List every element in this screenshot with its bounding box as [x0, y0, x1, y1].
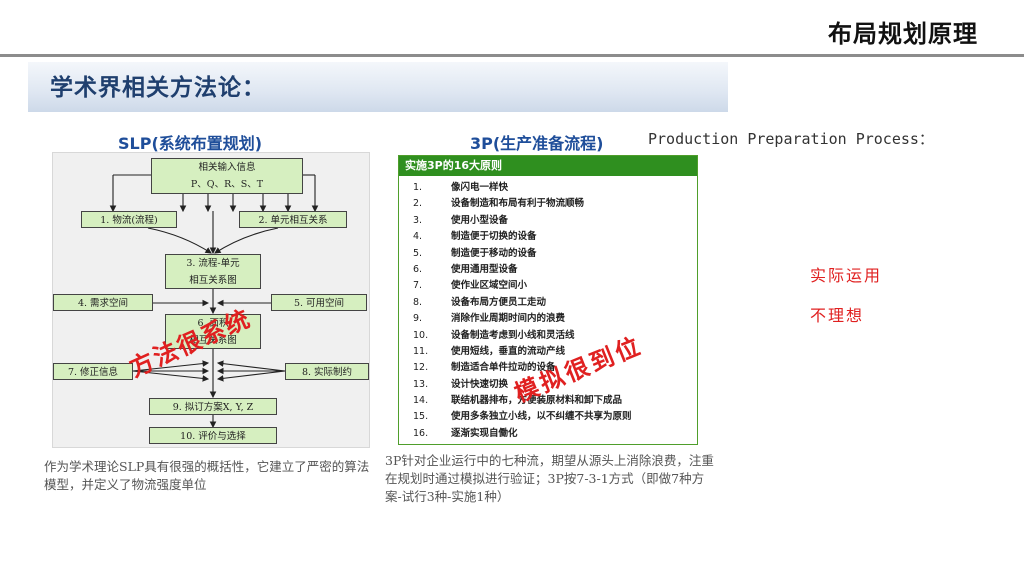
page-title: 布局规划原理 [828, 20, 978, 48]
tp-principle-item: 8. 设备布局方便员工走动 [399, 295, 697, 311]
tp-principle-text: 使用多条独立小线，以不纠缠不共享为原则 [451, 411, 632, 423]
tp-principle-item: 1. 像闪电一样快 [399, 180, 697, 196]
tp-principle-num: 16. [413, 427, 429, 439]
side-note-line1: 实际运用 [810, 266, 883, 285]
tp-principles-list: 1. 像闪电一样快 2. 设备制造和布局有利于物流顺畅 3. 使用小型设备 4. 制造便于切换… [399, 180, 697, 442]
tp-principle-num: 14. [413, 395, 429, 407]
tp-principle-num: 5. [413, 247, 423, 259]
tp-principle-num: 10. [413, 329, 429, 341]
tp-principle-text: 使用小型设备 [451, 214, 509, 226]
flow-box-input: 相关输入信息 P、Q、R、S、T [151, 158, 303, 194]
tp-heading: 3P(生产准备流程) [470, 134, 604, 153]
tp-principle-item: 4. 制造便于切换的设备 [399, 229, 697, 245]
flow-box-need: 4. 需求空间 [53, 294, 153, 311]
tp-principle-text: 设备布局方便员工走动 [451, 296, 547, 308]
flow-box-modify: 7. 修正信息 [53, 363, 133, 380]
tp-principles-panel: 实施3P的16大原则 1. 像闪电一样快 2. 设备制造和布局有利于物流顺畅 3. 使用小… [398, 155, 698, 445]
slp-heading: SLP(系统布置规划) [118, 134, 263, 153]
tp-principle-item: 16. 逐渐实现自働化 [399, 426, 697, 442]
tp-principle-item: 5. 制造便于移动的设备 [399, 246, 697, 262]
tp-principle-text: 制造便于移动的设备 [451, 247, 537, 259]
flow-box-flow: 1. 物流(流程) [81, 211, 177, 228]
tp-principle-num: 8. [413, 296, 423, 308]
flow-box-input-line1: 相关输入信息 [198, 162, 256, 173]
flow-box-chart: 3. 流程-单元 相互关系图 [165, 254, 261, 289]
tp-principle-text: 使作业区域空间小 [451, 280, 528, 292]
slp-caption: 作为学术理论SLP具有很强的概括性，它建立了严密的算法模型，并定义了物流强度单位 [44, 459, 370, 492]
tp-principle-text: 设计快速切换 [451, 378, 509, 390]
flow-box-relation: 2. 单元相互关系 [239, 211, 347, 228]
tp-principle-item: 2. 设备制造和布局有利于物流顺畅 [399, 196, 697, 212]
tp-principle-item: 15. 使用多条独立小线，以不纠缠不共享为原则 [399, 409, 697, 425]
flow-box-chart-line2: 相互关系图 [189, 275, 237, 286]
tp-principle-text: 像闪电一样快 [451, 182, 509, 193]
tp-principle-item: 9. 消除作业周期时间内的浪费 [399, 311, 697, 327]
tp-principle-text: 设备制造考虑到小线和灵活线 [451, 329, 575, 341]
tp-principle-text: 消除作业周期时间内的浪费 [451, 313, 566, 325]
tp-principle-num: 4. [413, 231, 423, 243]
tp-principle-num: 9. [413, 313, 423, 325]
tp-principle-num: 11. [413, 345, 429, 357]
tp-principle-item: 7. 使作业区域空间小 [399, 278, 697, 294]
tp-principle-text: 逐渐实现自働化 [451, 427, 518, 439]
flow-box-input-line2: P、Q、R、S、T [190, 179, 264, 190]
header-rule [0, 54, 1024, 57]
side-note-line2: 不理想 [810, 306, 865, 325]
flow-box-avail: 5. 可用空间 [271, 294, 367, 311]
tp-principle-num: 7. [413, 280, 423, 292]
tp-principle-num: 1. [413, 182, 423, 193]
tp-principle-num: 2. [413, 198, 423, 210]
tp-principle-item: 3. 使用小型设备 [399, 213, 697, 229]
tp-principle-num: 15. [413, 411, 429, 423]
section-heading: 学术界相关方法论： [50, 75, 266, 101]
tp-subheading: Production Preparation Process： [648, 130, 934, 148]
tp-principle-text: 使用通用型设备 [451, 263, 518, 275]
flow-box-chart-line1: 3. 流程-单元 [186, 258, 240, 269]
flow-box-eval: 10. 评价与选择 [149, 427, 277, 444]
tp-principle-num: 12. [413, 362, 429, 374]
tp-principle-text: 使用短线，垂直的流动产线 [451, 345, 566, 357]
tp-principle-num: 13. [413, 378, 429, 390]
tp-caption: 3P针对企业运行中的七种流，期望从源头上消除浪费，注重在规划时通过模拟进行验证；… [385, 453, 714, 504]
tp-panel-title: 实施3P的16大原则 [399, 156, 697, 176]
tp-principle-item: 10. 设备制造考虑到小线和灵活线 [399, 328, 697, 344]
flow-box-limits: 8. 实际制约 [285, 363, 369, 380]
tp-principle-item: 11. 使用短线，垂直的流动产线 [399, 344, 697, 360]
tp-principle-text: 制造便于切换的设备 [451, 231, 537, 243]
tp-principle-item: 6. 使用通用型设备 [399, 262, 697, 278]
tp-principle-num: 3. [413, 214, 423, 226]
slp-flowchart: 相关输入信息 P、Q、R、S、T 1. 物流(流程) 2. 单元相互关系 3. … [52, 152, 370, 448]
tp-principle-text: 设备制造和布局有利于物流顺畅 [451, 198, 585, 210]
flow-box-plan: 9. 拟订方案X, Y, Z [149, 398, 277, 415]
tp-principle-num: 6. [413, 263, 423, 275]
